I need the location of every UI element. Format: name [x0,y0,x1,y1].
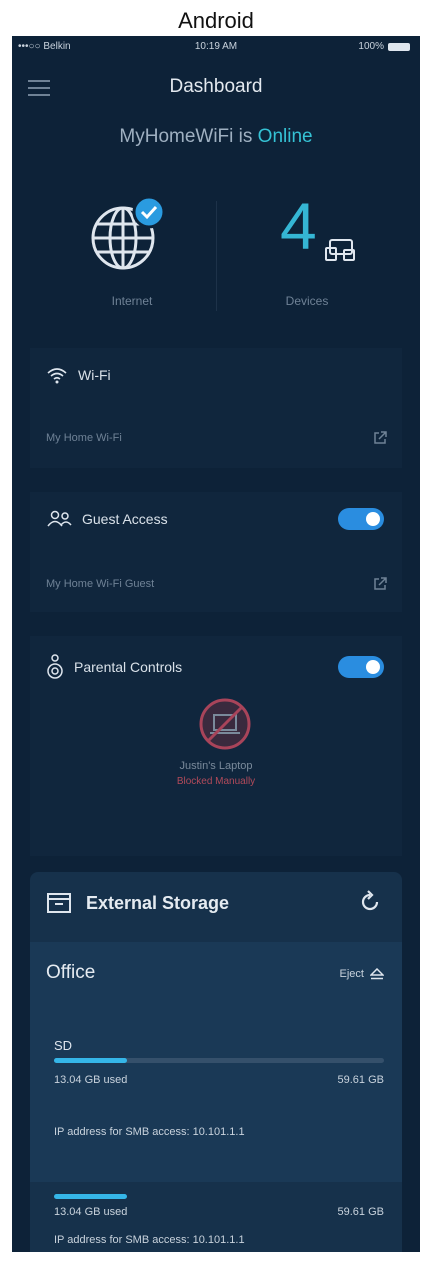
storage-usage-bar [54,1058,384,1063]
tile-divider [216,201,217,311]
network-status: MyHomeWiFi is Online [12,126,420,148]
guest-access-toggle[interactable] [338,508,384,530]
eject-icon [370,968,384,980]
parental-controls-card[interactable]: Parental Controls Justin's Laptop Blocke… [30,636,402,856]
parental-controls-icon [47,654,63,679]
smb-ip-address-2: IP address for SMB access: 10.101.1.1 [54,1234,245,1246]
devices-label: Devices [285,294,329,308]
internet-label: Internet [111,294,153,308]
device-count: 4 [280,189,317,263]
volume-label: SD [54,1038,73,1053]
wifi-card[interactable]: Wi-Fi My Home Wi-Fi [30,348,402,468]
blocked-device-name: Justin's Laptop [179,760,253,772]
used-space: 13.04 GB used [54,1074,128,1086]
guest-access-header: Guest Access [46,510,168,528]
guest-users-icon [47,510,72,527]
guest-network-name: My Home Wi-Fi Guest [46,578,155,590]
wifi-icon [47,368,67,384]
network-status-prefix: MyHomeWiFi is [119,126,253,147]
drive-panel: Office Eject SD 13.04 GB used 59.61 GB I… [30,942,402,1182]
phone-screen: •••○○ Belkin 10:19 AM 100% Dashboard MyH… [12,36,420,1252]
battery-icon [388,42,410,51]
internet-tile[interactable]: Internet [57,186,207,308]
battery-indicator: 100% [358,41,410,52]
toggle-knob [366,512,380,526]
external-storage-title: External Storage [86,892,230,913]
parental-controls-title: Parental Controls [74,659,183,675]
network-status-value: Online [257,126,313,147]
storage-usage-fill-2 [54,1194,127,1199]
drive-name: Office [46,962,96,983]
parental-controls-header: Parental Controls [46,654,182,680]
devices-tile[interactable]: 4 Devices [232,186,382,308]
status-bar: •••○○ Belkin 10:19 AM 100% [12,36,420,58]
storage-usage-bar-2 [54,1194,384,1199]
external-storage-header: External Storage [46,892,229,914]
page-title: Dashboard [169,76,263,97]
total-space: 59.61 GB [337,1074,384,1086]
battery-percent: 100% [358,41,384,52]
blocked-device-status: Blocked Manually [176,776,256,787]
smb-ip-address: IP address for SMB access: 10.101.1.1 [54,1126,245,1138]
storage-usage-fill [54,1058,127,1063]
guest-access-card[interactable]: Guest Access My Home Wi-Fi Guest [30,492,402,612]
used-space-2: 13.04 GB used [54,1206,128,1218]
storage-drive-icon [47,893,71,913]
eject-label: Eject [339,968,364,980]
devices-icon [325,239,355,261]
wifi-title: Wi-Fi [78,367,111,383]
wifi-network-name: My Home Wi-Fi [46,432,122,444]
wifi-header: Wi-Fi [46,366,111,384]
eject-button[interactable]: Eject [340,968,384,980]
external-link-icon[interactable] [372,576,388,592]
external-storage-card: External Storage Office Eject SD 13.04 G… [30,872,402,1252]
platform-caption: Android [178,8,254,33]
toggle-knob [366,660,380,674]
refresh-icon[interactable] [358,890,382,914]
blocked-laptop-icon[interactable] [199,698,251,750]
guest-access-title: Guest Access [82,511,168,527]
globe-check-icon [91,195,166,270]
parental-controls-toggle[interactable] [338,656,384,678]
total-space-2: 59.61 GB [337,1206,384,1218]
external-link-icon[interactable] [372,430,388,446]
